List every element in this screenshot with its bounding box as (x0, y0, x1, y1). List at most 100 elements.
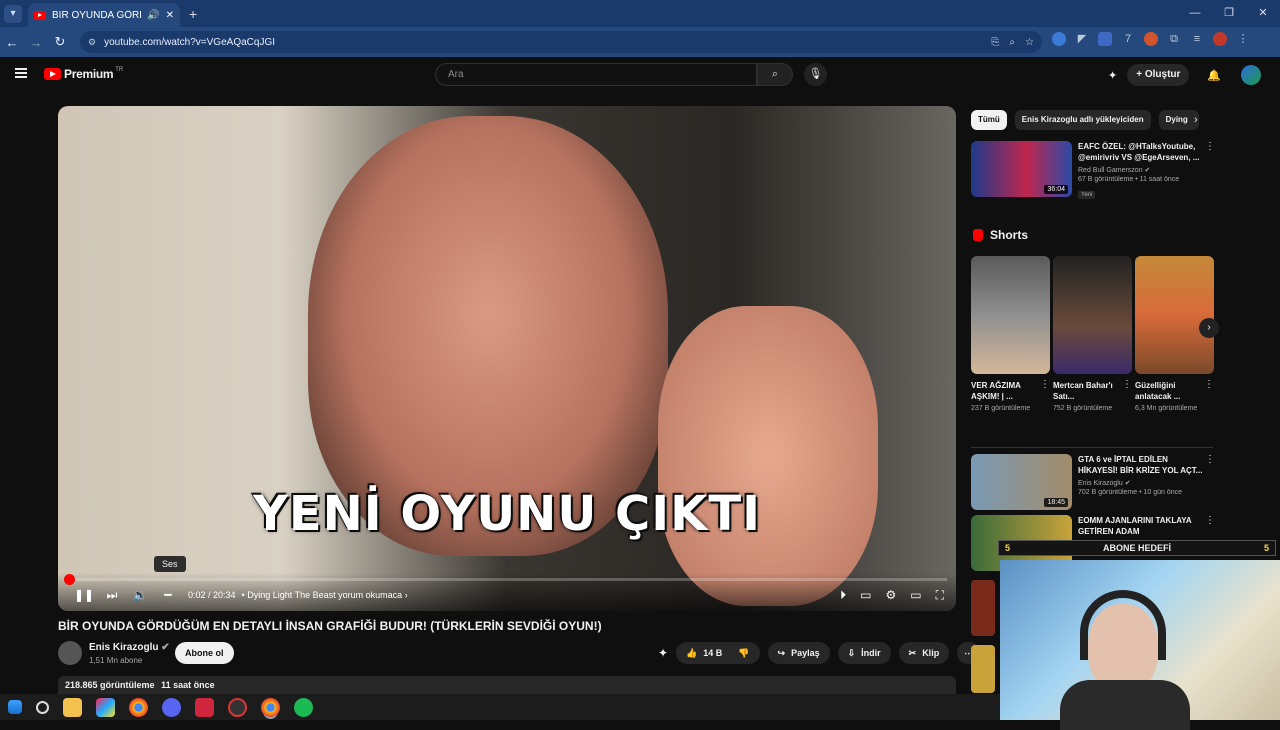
settings-gear-icon[interactable]: ⚙ (885, 588, 896, 603)
more-options-icon[interactable]: ⋮ (1205, 515, 1215, 526)
short-thumbnail[interactable] (1053, 256, 1132, 374)
search-icon[interactable] (36, 700, 49, 714)
autoplay-toggle[interactable]: ⏵ (840, 588, 846, 603)
channel-name[interactable]: Enis Kirazoglu ✔ (89, 642, 170, 653)
video-thumbnail[interactable] (971, 645, 995, 693)
extensions-puzzle-icon[interactable]: ⧉ (1167, 32, 1181, 46)
chip-uploader[interactable]: Enis Kirazoglu adlı yükleyiciden (1014, 110, 1151, 130)
progress-bar[interactable] (63, 574, 947, 585)
account-avatar[interactable] (1241, 65, 1262, 85)
bookmark-star-icon[interactable]: ☆ (1025, 37, 1034, 48)
channel-avatar[interactable] (58, 641, 82, 665)
youtube-favicon-icon (34, 10, 46, 20)
spotify-icon[interactable] (294, 697, 313, 717)
audio-playing-icon[interactable]: 🔊 (147, 10, 159, 21)
premium-jewel-icon[interactable]: ✦ (1108, 69, 1117, 82)
browser-menu-icon[interactable]: ⋮ (1236, 32, 1250, 46)
volume-slider[interactable]: ━ (154, 588, 182, 602)
tab-search-button[interactable]: ▾ (4, 4, 22, 23)
profile-avatar-icon[interactable] (1213, 32, 1227, 46)
microphone-icon: 🎙 (808, 68, 823, 80)
close-window-button[interactable]: ✕ (1246, 0, 1280, 27)
youtube-premium-logo[interactable]: Premium TR (44, 67, 123, 81)
fullscreen-icon[interactable]: ⛶ (936, 588, 944, 603)
minimize-button[interactable]: — (1178, 0, 1212, 27)
pause-button[interactable]: ❚❚ (70, 588, 98, 602)
download-button[interactable]: ⇩ İndir (837, 642, 891, 664)
volume-icon[interactable]: 🔉 (126, 588, 154, 602)
windows-taskbar (0, 694, 1000, 720)
browser-tab[interactable]: BİR OYUNDA GÖRDÜĞÜM 🔊 ✕ (28, 3, 180, 27)
like-icon[interactable]: 👍 (686, 642, 697, 664)
forward-button[interactable]: → (24, 35, 48, 50)
like-count: 14 B (703, 648, 723, 658)
app-icon[interactable] (228, 697, 247, 717)
chapter-link[interactable]: • Dying Light The Beast yorum okumaca › (242, 590, 408, 600)
scrubber-handle[interactable] (63, 574, 75, 585)
goal-label: ABONE HEDEFİ (1102, 543, 1171, 553)
more-options-icon[interactable]: ⋮ (1040, 379, 1050, 402)
theater-mode-icon[interactable]: ▭ (910, 588, 921, 603)
extension-icon[interactable] (1098, 32, 1112, 46)
video-player[interactable]: YENİ OYUNU ÇIKTI Ses ❚❚ ⏭ 🔉 ━ 0:02 / 20:… (58, 106, 956, 611)
next-button[interactable]: ⏭ (98, 588, 126, 603)
media-control-icon[interactable]: ≡ (1190, 32, 1204, 46)
like-dislike-button[interactable]: 👍 14 B 👎 (676, 642, 760, 664)
tab-close-icon[interactable]: ✕ (166, 10, 174, 21)
chrome-icon[interactable] (129, 697, 148, 717)
more-options-icon[interactable]: ⋮ (1204, 379, 1214, 402)
search-input[interactable]: Ara (435, 63, 757, 86)
discord-icon[interactable] (162, 697, 181, 717)
premium-jewel-icon[interactable]: ✦ (658, 646, 668, 660)
subscribe-button[interactable]: Abone ol (175, 642, 234, 664)
search-button[interactable]: ⌕ (757, 63, 793, 86)
chip-all[interactable]: Tümü (971, 110, 1007, 130)
shorts-next-button[interactable]: › (1199, 318, 1219, 338)
chip-dying[interactable]: Dying (1158, 110, 1199, 130)
description-box[interactable]: 218.865 görüntüleme 11 saat önce (58, 676, 956, 694)
new-tab-button[interactable]: + (189, 6, 197, 22)
chrome-active-icon[interactable] (261, 697, 280, 717)
create-button[interactable]: + Oluştur (1127, 64, 1190, 86)
url-bar[interactable]: ⚙ youtube.com/watch?v=VGeAQaCqJGI ⎘ ⌕ ☆ (80, 31, 1042, 53)
short-item[interactable]: Mertcan Bahar'ı Satı... ⋮ 752 B görüntüle… (1053, 256, 1132, 414)
video-thumbnail[interactable] (971, 580, 995, 636)
short-thumbnail[interactable] (971, 256, 1050, 374)
share-button[interactable]: ↪ Paylaş (767, 642, 830, 664)
menu-hamburger-icon[interactable] (15, 68, 27, 78)
extension-icon[interactable]: 7 (1121, 32, 1135, 46)
video-thumbnail[interactable]: 36:04 (971, 141, 1072, 197)
zoom-icon[interactable]: ⌕ (1009, 37, 1015, 48)
chapter-title: Dying Light The Beast yorum okumaca (247, 590, 403, 600)
recommended-video[interactable]: 18:45 GTA 6 ve İPTAL EDİLEN HİKAYESİ! Bİ… (971, 454, 1203, 510)
file-explorer-icon[interactable] (63, 697, 82, 717)
more-options-icon[interactable]: ⋮ (1205, 141, 1215, 152)
restore-button[interactable]: ❐ (1212, 0, 1246, 27)
short-thumbnail[interactable] (1135, 256, 1214, 374)
chevron-right-icon[interactable]: › (1194, 114, 1198, 126)
extension-icon[interactable] (1144, 32, 1158, 46)
extension-icon[interactable]: ◤ (1075, 32, 1089, 46)
short-views: 752 B görüntüleme (1053, 405, 1113, 412)
app-icon[interactable] (96, 697, 115, 717)
back-button[interactable]: ← (0, 35, 24, 50)
app-icon[interactable] (195, 697, 214, 717)
dislike-icon[interactable]: 👎 (738, 642, 749, 664)
new-badge: Yeni (1078, 191, 1096, 199)
extension-icon[interactable] (1052, 32, 1066, 46)
voice-search-button[interactable]: 🎙 (804, 63, 827, 86)
notifications-bell-icon[interactable]: 🔔 (1207, 69, 1221, 82)
clip-button[interactable]: ✂ Klip (898, 642, 950, 664)
player-controls: ❚❚ ⏭ 🔉 ━ 0:02 / 20:34 • Dying Light The … (58, 573, 956, 611)
short-item[interactable]: VER AĞZIMA AŞKIM! | ... ⋮ 237 B görüntüle… (971, 256, 1050, 414)
more-options-icon[interactable]: ⋮ (1122, 379, 1132, 402)
recommended-video[interactable]: 36:04 EAFC ÖZEL: @HTalksYoutube, @emiriv… (971, 141, 1203, 201)
site-info-icon[interactable]: ⚙ (88, 37, 96, 48)
video-thumbnail[interactable]: 18:45 (971, 454, 1072, 510)
more-options-icon[interactable]: ⋮ (1205, 454, 1215, 465)
install-app-icon[interactable]: ⎘ (991, 37, 999, 48)
windows-start-icon[interactable] (8, 700, 22, 714)
window-controls: — ❐ ✕ (1178, 0, 1280, 27)
reload-button[interactable]: ↻ (48, 34, 72, 50)
subtitles-icon[interactable]: ▭ (860, 588, 871, 603)
